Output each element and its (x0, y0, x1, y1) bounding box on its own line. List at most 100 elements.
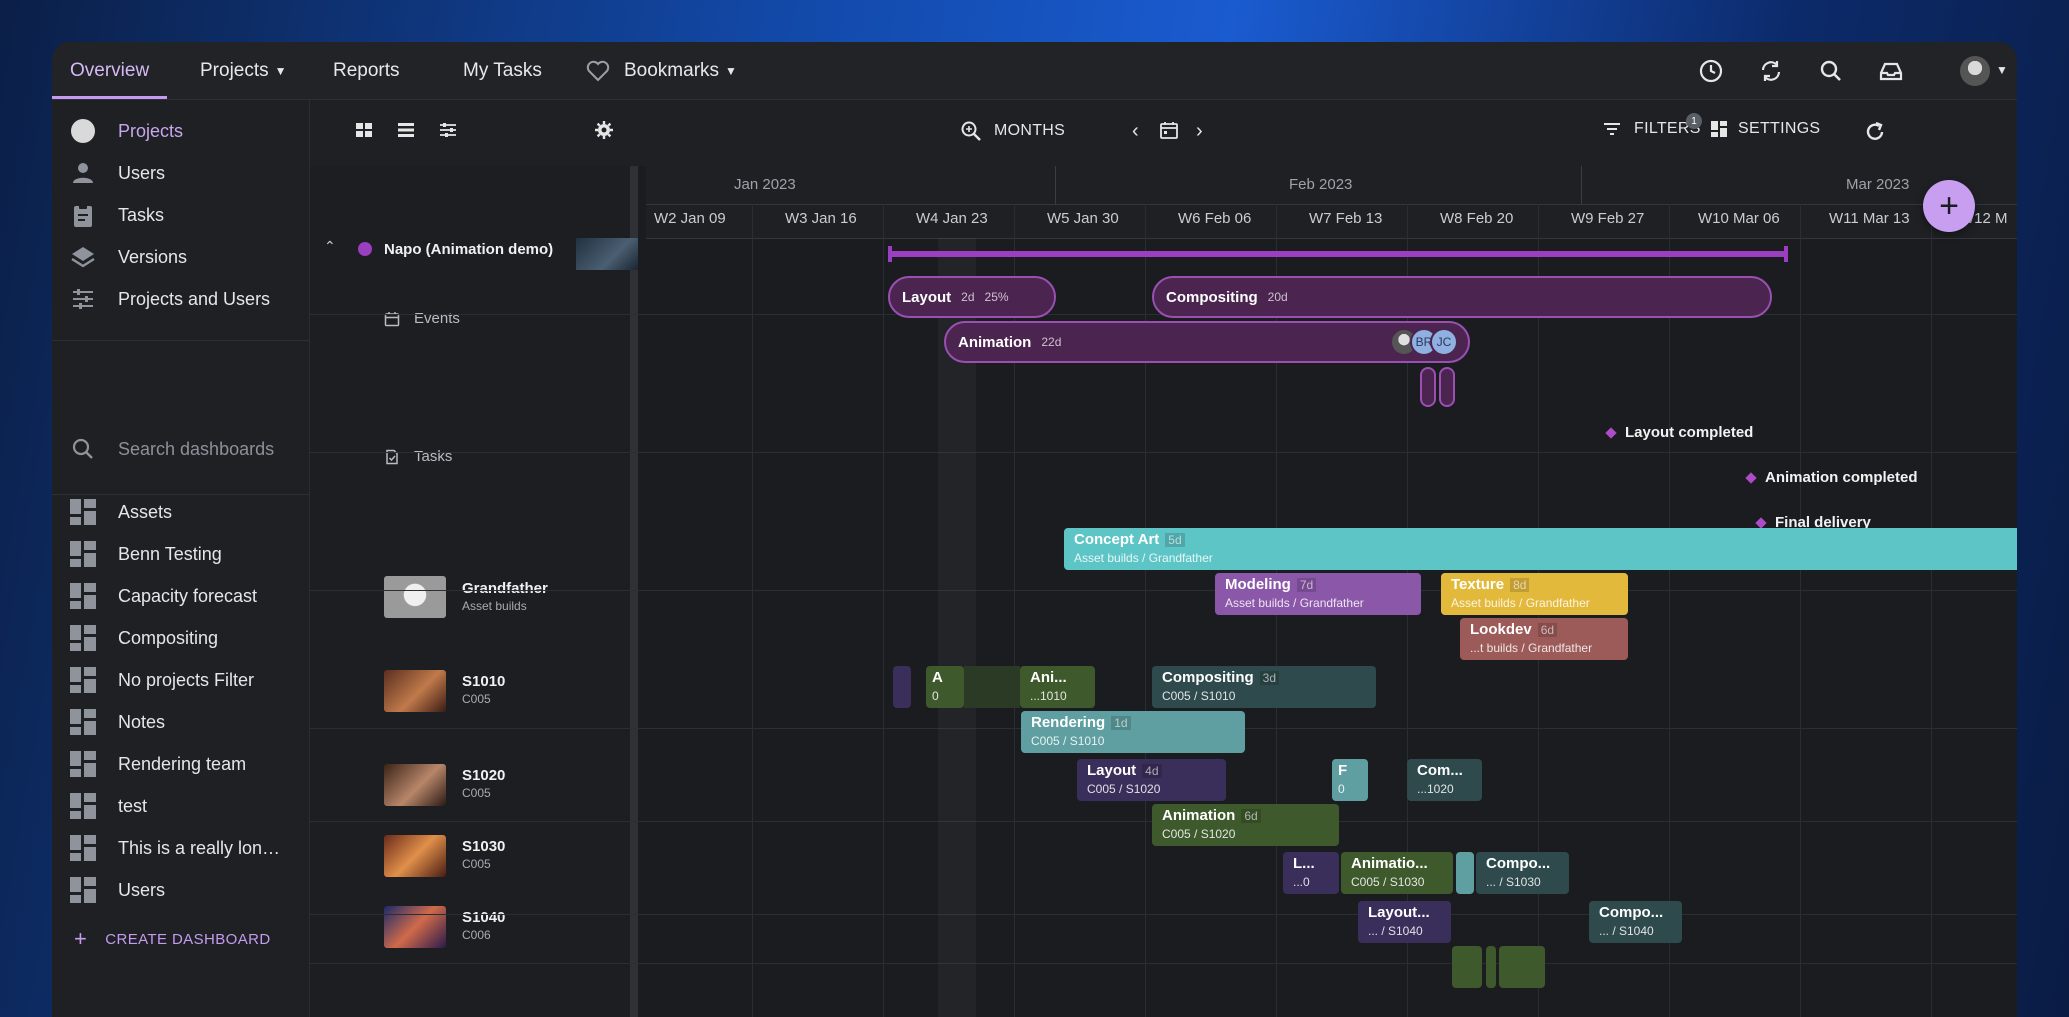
dashboard-item-rendering-team[interactable]: Rendering team (70, 749, 246, 779)
task-bar-s1040-layout[interactable]: Layout...... / S1040 (1358, 901, 1451, 943)
chevron-left-icon[interactable]: ‹ (1132, 120, 1139, 143)
sidebar-item-projects-and-users[interactable]: Projects and Users (70, 284, 270, 314)
sidebar: Projects Users Tasks Versions Projects a… (52, 100, 310, 1017)
s1040-label[interactable]: S1040 (462, 909, 505, 926)
task-bar-lookdev[interactable]: Lookdev 6d ...t builds / Grandfather (1460, 618, 1628, 660)
task-bar-s1030-animation[interactable]: Animatio... C005 / S1030 (1341, 852, 1453, 894)
chevron-down-icon[interactable]: ▼ (1996, 63, 2008, 77)
sidebar-item-tasks[interactable]: Tasks (70, 200, 164, 230)
search-dashboards-input[interactable]: Search dashboards (70, 434, 274, 464)
tasks-row-label[interactable]: Tasks (384, 448, 452, 465)
task-bar-s1010-rendering[interactable]: Rendering 1d C005 / S1010 (1021, 711, 1245, 753)
task-bar-s1040-small[interactable] (1499, 946, 1545, 988)
chevron-down-icon: ▼ (274, 64, 287, 78)
dashboard-item-notes[interactable]: Notes (70, 707, 165, 737)
task-bar-s1010-a[interactable]: A0 (926, 666, 964, 708)
events-row-label[interactable]: Events (384, 310, 460, 327)
grandfather-sublabel: Asset builds (462, 599, 527, 613)
sidebar-divider (52, 494, 310, 495)
nav-reports-label: Reports (333, 60, 400, 81)
sidebar-item-label: Versions (118, 246, 188, 267)
calendar-icon[interactable] (1159, 120, 1179, 140)
task-bar-s1030-small[interactable] (1456, 852, 1474, 894)
list-view-icon[interactable] (396, 120, 416, 140)
dashboard-item-users[interactable]: Users (70, 875, 165, 905)
dashboard-item-test[interactable]: test (70, 791, 147, 821)
nav-reports[interactable]: Reports (333, 42, 400, 100)
milestone-animation-completed[interactable]: Animation completed (1745, 469, 1918, 486)
task-bar-s1030-compositing[interactable]: Compo...... / S1030 (1476, 852, 1569, 894)
sync-icon[interactable] (1758, 58, 1784, 84)
settings-button[interactable]: SETTINGS (1710, 120, 1820, 138)
clock-icon[interactable] (1698, 58, 1724, 84)
dashboard-item-compositing[interactable]: Compositing (70, 623, 218, 653)
milestone-layout-completed[interactable]: Layout completed (1605, 424, 1754, 441)
project-span-bar[interactable] (888, 251, 1788, 257)
task-bar-s1040-small[interactable] (1452, 946, 1482, 988)
week-label: W5 Jan 30 (1047, 210, 1119, 227)
task-bar-modeling[interactable]: Modeling 7d Asset builds / Grandfather (1215, 573, 1421, 615)
task-bar-s1040-compositing[interactable]: Compo...... / S1040 (1589, 901, 1682, 943)
chevron-right-icon[interactable]: › (1196, 120, 1203, 143)
avatar[interactable] (1960, 56, 1990, 86)
search-icon[interactable] (1818, 58, 1844, 84)
milestone-label: Animation completed (1765, 469, 1918, 486)
dashboard-item-no-projects-filter[interactable]: No projects Filter (70, 665, 254, 695)
task-bar-s1040-small[interactable] (1486, 946, 1496, 988)
sidebar-item-versions[interactable]: Versions (70, 242, 187, 272)
s1010-label[interactable]: S1010 (462, 673, 505, 690)
diamond-icon (1745, 471, 1757, 484)
nav-my-tasks[interactable]: My Tasks (463, 42, 542, 100)
nav-bookmarks[interactable]: Bookmarks ▼ (586, 42, 737, 100)
event-stub[interactable] (1439, 367, 1455, 407)
event-compositing[interactable]: Compositing 20d (1152, 276, 1772, 318)
dashboard-item-assets[interactable]: Assets (70, 497, 172, 527)
grid-view-icon[interactable] (354, 120, 374, 140)
top-navigation-bar: Overview Projects ▼ Reports My Tasks Book… (52, 42, 2017, 100)
task-bar-s1010-small[interactable] (893, 666, 911, 708)
nav-bookmarks-label: Bookmarks (624, 60, 720, 81)
task-bar-texture[interactable]: Texture 8d Asset builds / Grandfather (1441, 573, 1628, 615)
grandfather-label[interactable]: Grandfather (462, 580, 548, 597)
refresh-icon[interactable] (1863, 120, 1887, 144)
milestone-label: Layout completed (1625, 424, 1754, 441)
create-dashboard-label: CREATE DASHBOARD (105, 930, 271, 948)
dashboard-item-label: test (118, 795, 148, 816)
sidebar-item-projects[interactable]: Projects (70, 116, 183, 146)
nav-overview[interactable]: Overview (70, 42, 149, 100)
task-bar-s1020-com[interactable]: Com... ...1020 (1407, 759, 1482, 801)
dashboard-item-benn-testing[interactable]: Benn Testing (70, 539, 222, 569)
event-layout[interactable]: Layout 2d 25% (888, 276, 1056, 318)
dashboard-item-label: This is a really lon… (118, 837, 281, 858)
zoom-level-selector[interactable]: MONTHS (960, 120, 1065, 142)
dashboard-item-label: Rendering team (118, 753, 247, 774)
event-progress: 25% (984, 290, 1009, 304)
event-stub[interactable] (1420, 367, 1436, 407)
s1030-label[interactable]: S1030 (462, 838, 505, 855)
gear-icon[interactable] (594, 120, 614, 140)
nav-projects[interactable]: Projects ▼ (200, 42, 287, 100)
sidebar-item-users[interactable]: Users (70, 158, 165, 188)
task-bar-concept-art[interactable]: Concept Art 5d Asset builds / Grandfather (1064, 528, 2017, 570)
chevron-up-icon[interactable]: ⌃ (324, 238, 336, 255)
dashboard-item-capacity-forecast[interactable]: Capacity forecast (70, 581, 257, 611)
task-bar-s1030-l[interactable]: L... ...0 (1283, 852, 1339, 894)
add-fab-button[interactable]: + (1923, 180, 1975, 232)
task-bar-s1020-f[interactable]: F0 (1332, 759, 1368, 801)
week-label: W3 Jan 16 (785, 210, 857, 227)
adjust-icon[interactable] (438, 120, 458, 140)
project-span-end (1784, 246, 1788, 262)
dashboard-icon (70, 541, 96, 567)
week-label: W2 Jan 09 (654, 210, 726, 227)
avatar[interactable]: JC (1430, 328, 1458, 356)
inbox-icon[interactable] (1878, 58, 1904, 84)
event-duration: 2d (961, 290, 975, 304)
task-bar-s1010-ani[interactable]: Ani... ...1010 (1020, 666, 1095, 708)
dashboard-item-long-name[interactable]: This is a really lon… (70, 833, 280, 863)
task-bar-s1020-animation[interactable]: Animation 6d C005 / S1020 (1152, 804, 1339, 846)
s1020-label[interactable]: S1020 (462, 767, 505, 784)
create-dashboard-button[interactable]: + CREATE DASHBOARD (74, 926, 271, 952)
task-bar-s1020-layout[interactable]: Layout 4d C005 / S1020 (1077, 759, 1226, 801)
project-row-label[interactable]: Napo (Animation demo) (384, 241, 553, 258)
task-bar-s1010-compositing[interactable]: Compositing 3d C005 / S1010 (1152, 666, 1376, 708)
